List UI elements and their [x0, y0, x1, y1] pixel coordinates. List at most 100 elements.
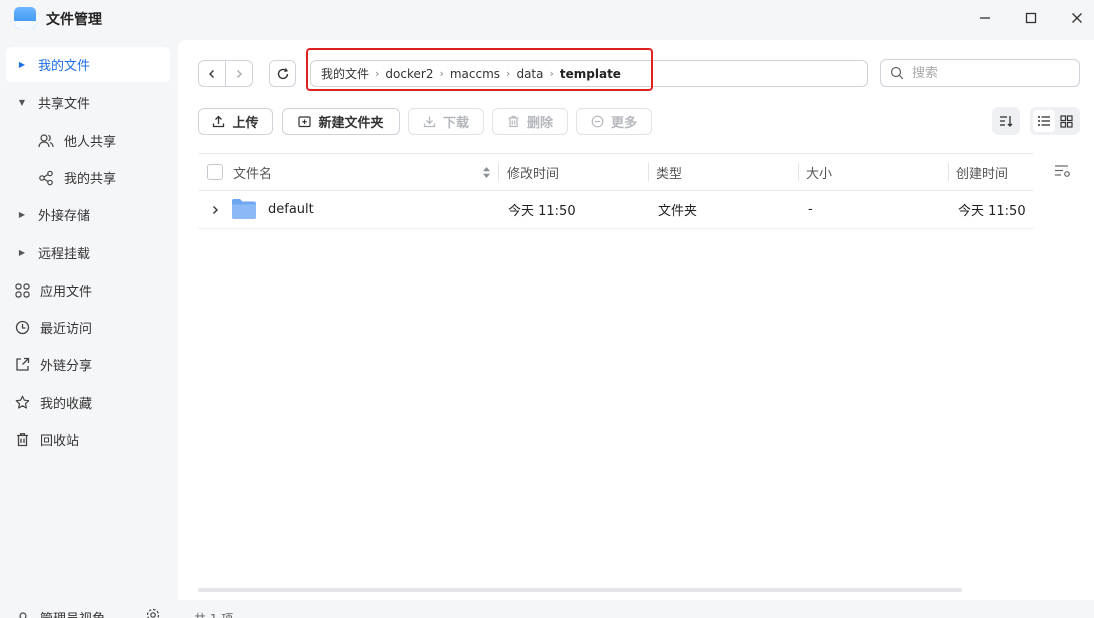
search-icon	[890, 66, 904, 80]
share-icon	[38, 170, 54, 186]
column-divider	[648, 163, 649, 181]
sidebar-footer: 管理员视角	[0, 600, 178, 618]
sidebar-item-app-files[interactable]: 应用文件	[6, 273, 170, 308]
sidebar-item-my-shares[interactable]: 我的共享	[6, 160, 170, 195]
maximize-button[interactable]	[1018, 6, 1044, 30]
select-all-checkbox[interactable]	[207, 164, 223, 180]
users-icon	[38, 133, 54, 149]
new-folder-icon	[298, 115, 312, 128]
upload-button[interactable]: 上传	[198, 108, 273, 135]
forward-button[interactable]	[225, 61, 252, 86]
file-name[interactable]: default	[268, 191, 314, 228]
sidebar-item-label: 最近访问	[40, 322, 93, 337]
column-header-type[interactable]: 类型	[656, 154, 682, 191]
sidebar-item-remote-mount[interactable]: ▶ 远程挂载	[6, 235, 170, 270]
delete-label: 删除	[526, 116, 553, 131]
column-divider	[948, 163, 949, 181]
column-label: 创建时间	[956, 167, 1009, 182]
refresh-icon	[277, 67, 288, 79]
sidebar-item-link-share[interactable]: 外链分享	[6, 347, 170, 382]
close-button[interactable]	[1064, 6, 1090, 30]
created-time: 今天 11:50	[958, 204, 1026, 219]
download-button[interactable]: 下载	[408, 108, 484, 135]
table-header: 文件名 修改时间 类型 大小 创建时间	[198, 153, 1034, 191]
grid-view-button[interactable]	[1056, 110, 1078, 132]
app-title: 文件管理	[46, 12, 102, 28]
sidebar-item-label: 我的共享	[64, 172, 117, 187]
download-icon	[423, 115, 436, 128]
sidebar-item-recent[interactable]: 最近访问	[6, 310, 170, 345]
sort-icon	[1000, 116, 1013, 127]
sort-button[interactable]	[992, 107, 1020, 135]
star-icon	[14, 395, 30, 411]
caret-right-icon: ▶	[18, 60, 26, 69]
column-label: 文件名	[233, 167, 273, 182]
chevron-left-icon	[209, 69, 215, 78]
clock-icon	[14, 320, 30, 336]
column-divider	[498, 163, 499, 181]
sidebar: ▶ 我的文件 ▼ 共享文件 他人共享 我的共享 ▶ 外接存储 ▶ 远程挂载 应用…	[0, 40, 178, 618]
view-mode-toggle	[1030, 107, 1080, 135]
sidebar-item-favorites[interactable]: 我的收藏	[6, 385, 170, 420]
sidebar-item-shared-by-others[interactable]: 他人共享	[6, 123, 170, 158]
file-type: 文件夹	[658, 204, 698, 219]
new-folder-label: 新建文件夹	[318, 116, 384, 131]
back-button[interactable]	[199, 61, 225, 86]
file-size: -	[808, 202, 813, 217]
app-logo-icon	[14, 7, 36, 29]
search-input[interactable]	[912, 65, 1062, 81]
horizontal-scrollbar[interactable]	[198, 588, 962, 592]
apps-icon	[14, 283, 30, 299]
more-label: 更多	[610, 116, 637, 131]
caret-down-icon: ▼	[18, 98, 26, 107]
item-count: 共 1 项	[194, 610, 233, 618]
external-link-icon	[14, 357, 30, 373]
trash-icon	[507, 115, 520, 128]
sidebar-item-label: 外链分享	[40, 359, 93, 374]
minimize-button[interactable]	[972, 6, 998, 30]
sort-toggle-icon[interactable]	[482, 154, 491, 191]
new-folder-button[interactable]: 新建文件夹	[282, 108, 400, 135]
column-header-modified[interactable]: 修改时间	[507, 154, 559, 191]
sidebar-item-label: 我的收藏	[40, 397, 93, 412]
search-box[interactable]	[880, 59, 1080, 87]
admin-view-label: 管理员视角	[40, 608, 105, 618]
sidebar-item-label: 共享文件	[38, 97, 91, 112]
sidebar-item-external-storage[interactable]: ▶ 外接存储	[6, 197, 170, 232]
sidebar-item-label: 应用文件	[40, 285, 93, 300]
delete-button[interactable]: 删除	[492, 108, 568, 135]
column-label: 修改时间	[507, 167, 560, 182]
sidebar-item-label: 外接存储	[38, 209, 91, 224]
trash-icon	[14, 432, 30, 448]
more-button[interactable]: 更多	[576, 108, 652, 135]
caret-right-icon: ▶	[18, 210, 26, 219]
upload-label: 上传	[232, 116, 259, 131]
column-header-size[interactable]: 大小	[806, 154, 832, 191]
admin-view-toggle[interactable]: 管理员视角	[16, 608, 105, 618]
list-view-button[interactable]	[1032, 110, 1055, 132]
modified-time: 今天 11:50	[508, 204, 576, 219]
status-bar: 共 1 项	[178, 600, 1094, 618]
column-label: 大小	[806, 167, 833, 182]
column-header-created[interactable]: 创建时间	[956, 154, 1008, 191]
sidebar-item-label: 远程挂载	[38, 247, 91, 262]
settings-gear-icon[interactable]	[146, 608, 160, 618]
annotation-highlight-box	[306, 48, 653, 91]
sidebar-item-recycle-bin[interactable]: 回收站	[6, 422, 170, 457]
list-icon	[1037, 116, 1050, 126]
sidebar-item-my-files[interactable]: ▶ 我的文件	[6, 47, 170, 82]
table-row[interactable]: default 今天 11:50 文件夹 - 今天 11:50	[198, 191, 1034, 229]
upload-icon	[212, 115, 225, 128]
expand-chevron-icon[interactable]	[211, 191, 220, 228]
main-panel: 我的文件 › docker2 › maccms › data › templat…	[178, 40, 1094, 600]
column-header-name[interactable]: 文件名	[233, 154, 272, 191]
column-settings-icon[interactable]	[1054, 164, 1072, 182]
sidebar-item-label: 我的文件	[38, 59, 91, 74]
sidebar-item-shared-files[interactable]: ▼ 共享文件	[6, 85, 170, 120]
chevron-right-icon	[237, 69, 243, 78]
column-label: 类型	[656, 167, 683, 182]
folder-icon	[231, 198, 257, 220]
column-divider	[798, 163, 799, 181]
refresh-button[interactable]	[269, 60, 296, 87]
more-icon	[591, 115, 604, 128]
